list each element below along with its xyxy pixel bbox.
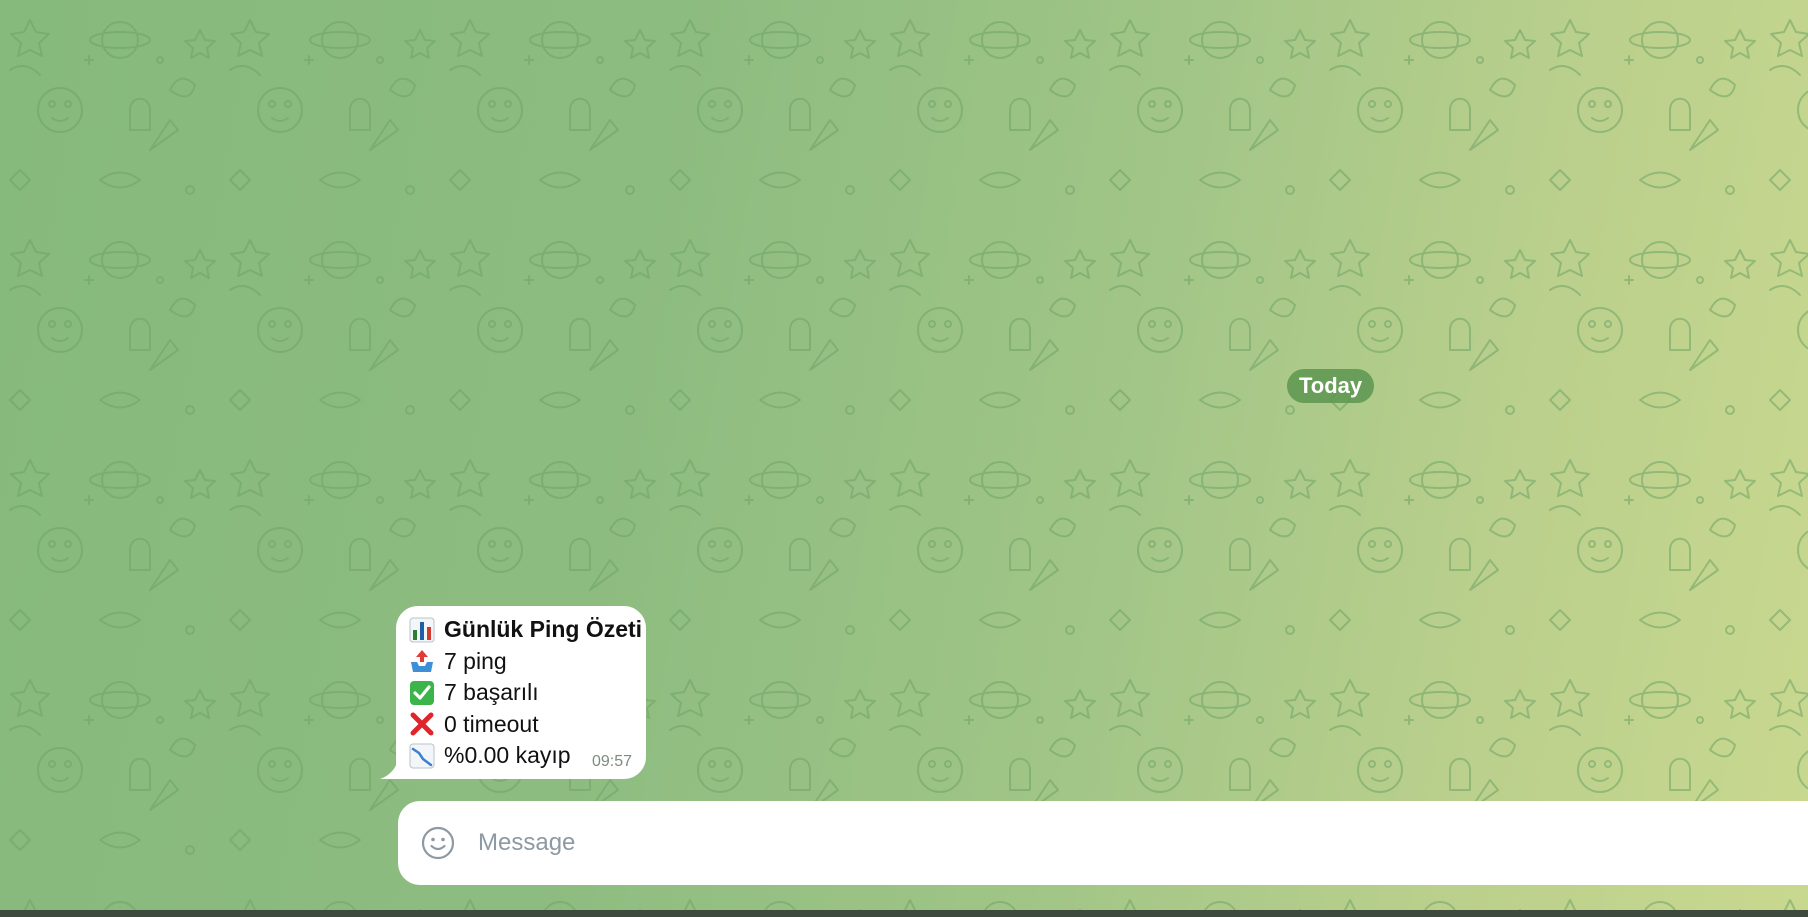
doodle-pattern — [0, 0, 1808, 910]
message-line-text: 7 başarılı — [444, 679, 539, 706]
message-line: 0 timeout — [408, 709, 634, 741]
window-bottom-edge — [0, 910, 1808, 917]
message-time: 09:57 — [591, 753, 632, 770]
message-line-text: %0.00 kayıp — [444, 742, 571, 769]
message-bubble[interactable]: Günlük Ping Özeti 7 ping 7 başarılı 0 ti… — [396, 606, 646, 779]
message-line-text: 0 timeout — [444, 710, 539, 737]
outbox-tray-icon — [408, 647, 436, 675]
date-separator-label: Today — [1299, 373, 1363, 398]
check-mark-icon — [408, 679, 436, 707]
message-line-text: 7 ping — [444, 647, 507, 674]
message-line-text: Günlük Ping Özeti — [444, 616, 643, 643]
bar-chart-icon — [408, 616, 436, 644]
cross-mark-icon — [408, 710, 436, 738]
message-line: 7 ping — [408, 646, 634, 678]
emoji-button[interactable] — [418, 823, 458, 863]
chart-decreasing-icon — [408, 742, 436, 770]
message-input[interactable] — [476, 828, 1808, 858]
message-line: 7 başarılı — [408, 677, 634, 709]
message-line-title: Günlük Ping Özeti — [408, 614, 642, 646]
chat-background — [0, 0, 1808, 910]
date-separator: Today — [1287, 369, 1375, 403]
message-composer — [398, 801, 1808, 885]
smiley-icon — [421, 826, 455, 860]
